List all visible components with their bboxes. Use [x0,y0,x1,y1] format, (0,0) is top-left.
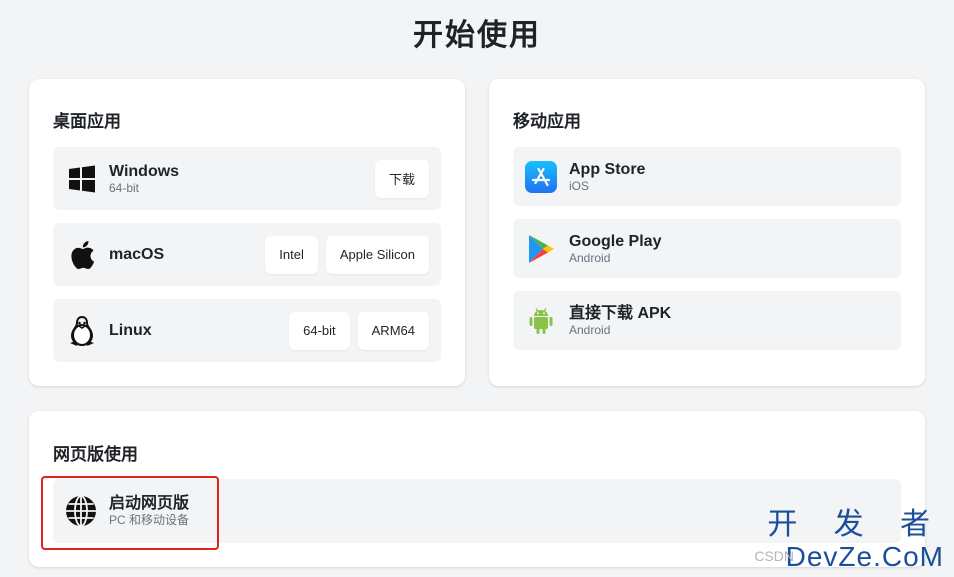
app-store-platform: iOS [569,178,590,193]
linux-label: Linux [109,322,152,339]
linux-64bit-button[interactable]: 64-bit [289,311,350,350]
apk-platform: Android [569,322,611,337]
download-row-google-play[interactable]: Google Play Android [513,219,901,278]
google-play-platform: Android [569,250,611,265]
linux-icon [67,315,97,346]
watermark-top: 开 发 者 [767,508,944,541]
macos-apple-silicon-button[interactable]: Apple Silicon [325,235,429,274]
download-row-linux: Linux 64-bit ARM64 [53,299,441,362]
mobile-apps-title: 移动应用 [513,112,581,131]
windows-download-button[interactable]: 下载 [374,159,429,198]
download-row-windows: Windows 64-bit 下载 [53,147,441,210]
download-row-app-store[interactable]: App Store iOS [513,147,901,206]
app-store-label: App Store [569,160,646,178]
desktop-apps-card: 桌面应用 Windows 64-bit 下载 macOS Intel Apple… [29,79,465,386]
apple-icon [67,240,97,270]
windows-label: Windows [109,162,180,180]
globe-icon [65,495,97,527]
download-row-macos: macOS Intel Apple Silicon [53,223,441,286]
watermark-csdn: CSDN [754,548,794,564]
download-row-apk[interactable]: 直接下载 APK Android [513,291,901,350]
web-version-title: 网页版使用 [53,445,138,464]
page-title: 开始使用 [413,19,541,52]
google-play-label: Google Play [569,232,662,250]
macos-intel-button[interactable]: Intel [265,235,318,274]
windows-arch: 64-bit [109,180,140,195]
windows-icon [67,164,97,194]
apk-label: 直接下载 APK [569,304,672,322]
mobile-apps-card: 移动应用 App Store iOS Google Play Android 直… [489,79,925,386]
app-store-icon [525,160,557,193]
macos-label: macOS [109,246,165,263]
linux-arm64-button[interactable]: ARM64 [357,311,429,350]
android-icon [525,305,557,337]
desktop-apps-title: 桌面应用 [53,112,121,131]
google-play-icon [525,233,557,265]
watermark: 开 发 者 DevZe.CoM CSDN [754,508,944,572]
